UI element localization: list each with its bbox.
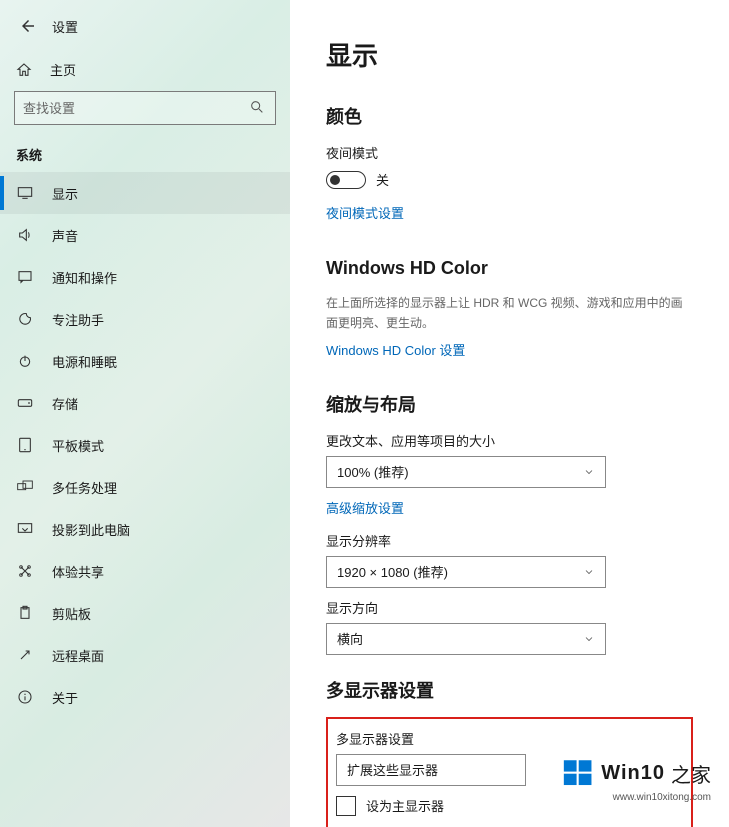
storage-icon (16, 397, 34, 409)
home-icon (16, 62, 34, 78)
color-heading: 颜色 (326, 103, 693, 129)
sidebar-item-project[interactable]: 投影到此电脑 (0, 508, 290, 550)
sound-icon (16, 227, 34, 243)
share-icon (16, 563, 34, 579)
sidebar-item-display[interactable]: 显示 (0, 172, 290, 214)
search-icon[interactable] (249, 99, 267, 117)
sidebar-item-about[interactable]: 关于 (0, 676, 290, 718)
clipboard-icon (16, 605, 34, 621)
sidebar-item-remote[interactable]: 远程桌面 (0, 634, 290, 676)
sidebar-item-label: 剪贴板 (52, 604, 91, 623)
search-input[interactable] (23, 101, 249, 116)
scale-dropdown[interactable]: 100% (推荐) (326, 456, 606, 488)
multi-display-value: 扩展这些显示器 (347, 760, 438, 779)
orientation-value: 横向 (337, 629, 363, 648)
content-area: 显示 颜色 夜间模式 关 夜间模式设置 Windows HD Color 在上面… (290, 0, 729, 827)
sidebar-item-label: 平板模式 (52, 436, 104, 455)
sidebar-item-clipboard[interactable]: 剪贴板 (0, 592, 290, 634)
home-label: 主页 (50, 60, 76, 79)
sidebar-item-label: 多任务处理 (52, 478, 117, 497)
hdcolor-heading: Windows HD Color (326, 258, 693, 279)
watermark: Win10 之家 www.win10xitong.com (561, 756, 711, 803)
night-mode-toggle[interactable] (326, 171, 366, 189)
sidebar-item-label: 远程桌面 (52, 646, 104, 665)
sidebar-item-focus[interactable]: 专注助手 (0, 298, 290, 340)
sidebar-item-label: 专注助手 (52, 310, 104, 329)
night-mode-toggle-row: 关 (326, 170, 693, 189)
focus-icon (16, 311, 34, 327)
multi-heading: 多显示器设置 (326, 677, 693, 703)
primary-display-label: 设为主显示器 (366, 796, 444, 815)
chevron-down-icon (583, 633, 595, 645)
primary-display-checkbox[interactable] (336, 796, 356, 816)
about-icon (16, 689, 34, 705)
watermark-suffix: 之家 (671, 759, 711, 788)
sidebar: 设置 主页 系统 显示 声音 通知和操作 专注助手 电源和睡眠 存储 平板 (0, 0, 290, 827)
resolution-label: 显示分辨率 (326, 531, 693, 550)
orientation-dropdown[interactable]: 横向 (326, 623, 606, 655)
adv-scale-link[interactable]: 高级缩放设置 (326, 498, 693, 517)
scale-value: 100% (推荐) (337, 462, 409, 481)
night-mode-state: 关 (376, 170, 389, 189)
windows-icon (561, 756, 595, 790)
sidebar-item-power[interactable]: 电源和睡眠 (0, 340, 290, 382)
hdcolor-desc: 在上面所选择的显示器上让 HDR 和 WCG 视频、游戏和应用中的画面更明亮、更… (326, 293, 693, 334)
watermark-url: www.win10xitong.com (561, 792, 711, 803)
topbar: 设置 (0, 8, 290, 52)
home-link[interactable]: 主页 (0, 52, 290, 89)
sidebar-item-label: 通知和操作 (52, 268, 117, 287)
sidebar-item-share[interactable]: 体验共享 (0, 550, 290, 592)
hdcolor-link[interactable]: Windows HD Color 设置 (326, 340, 693, 359)
scale-heading: 缩放与布局 (326, 391, 693, 417)
resolution-dropdown[interactable]: 1920 × 1080 (推荐) (326, 556, 606, 588)
sidebar-item-label: 关于 (52, 688, 78, 707)
resolution-value: 1920 × 1080 (推荐) (337, 562, 448, 581)
sidebar-item-tablet[interactable]: 平板模式 (0, 424, 290, 466)
project-icon (16, 522, 34, 536)
multi-display-dropdown[interactable]: 扩展这些显示器 (336, 754, 526, 786)
sidebar-item-multitask[interactable]: 多任务处理 (0, 466, 290, 508)
chevron-down-icon (583, 466, 595, 478)
sidebar-item-label: 体验共享 (52, 562, 104, 581)
category-label: 系统 (0, 141, 290, 172)
night-mode-label: 夜间模式 (326, 143, 693, 162)
page-title: 显示 (326, 36, 693, 73)
sidebar-item-notifications[interactable]: 通知和操作 (0, 256, 290, 298)
multitask-icon (16, 480, 34, 494)
sidebar-item-label: 声音 (52, 226, 78, 245)
back-button[interactable] (8, 12, 48, 40)
sidebar-item-label: 存储 (52, 394, 78, 413)
tablet-icon (16, 437, 34, 453)
back-arrow-icon (19, 17, 37, 35)
settings-title: 设置 (52, 17, 78, 36)
remote-icon (16, 647, 34, 663)
watermark-brand: Win10 (601, 762, 665, 785)
night-mode-settings-link[interactable]: 夜间模式设置 (326, 203, 693, 222)
notification-icon (16, 269, 34, 285)
orientation-label: 显示方向 (326, 598, 693, 617)
sidebar-item-sound[interactable]: 声音 (0, 214, 290, 256)
sidebar-item-label: 显示 (52, 184, 78, 203)
sidebar-item-label: 电源和睡眠 (52, 352, 117, 371)
power-icon (16, 353, 34, 369)
multi-label: 多显示器设置 (336, 729, 683, 748)
chevron-down-icon (583, 566, 595, 578)
sidebar-item-storage[interactable]: 存储 (0, 382, 290, 424)
scale-label: 更改文本、应用等项目的大小 (326, 431, 693, 450)
display-icon (16, 186, 34, 200)
sidebar-item-label: 投影到此电脑 (52, 520, 130, 539)
search-box[interactable] (14, 91, 276, 125)
